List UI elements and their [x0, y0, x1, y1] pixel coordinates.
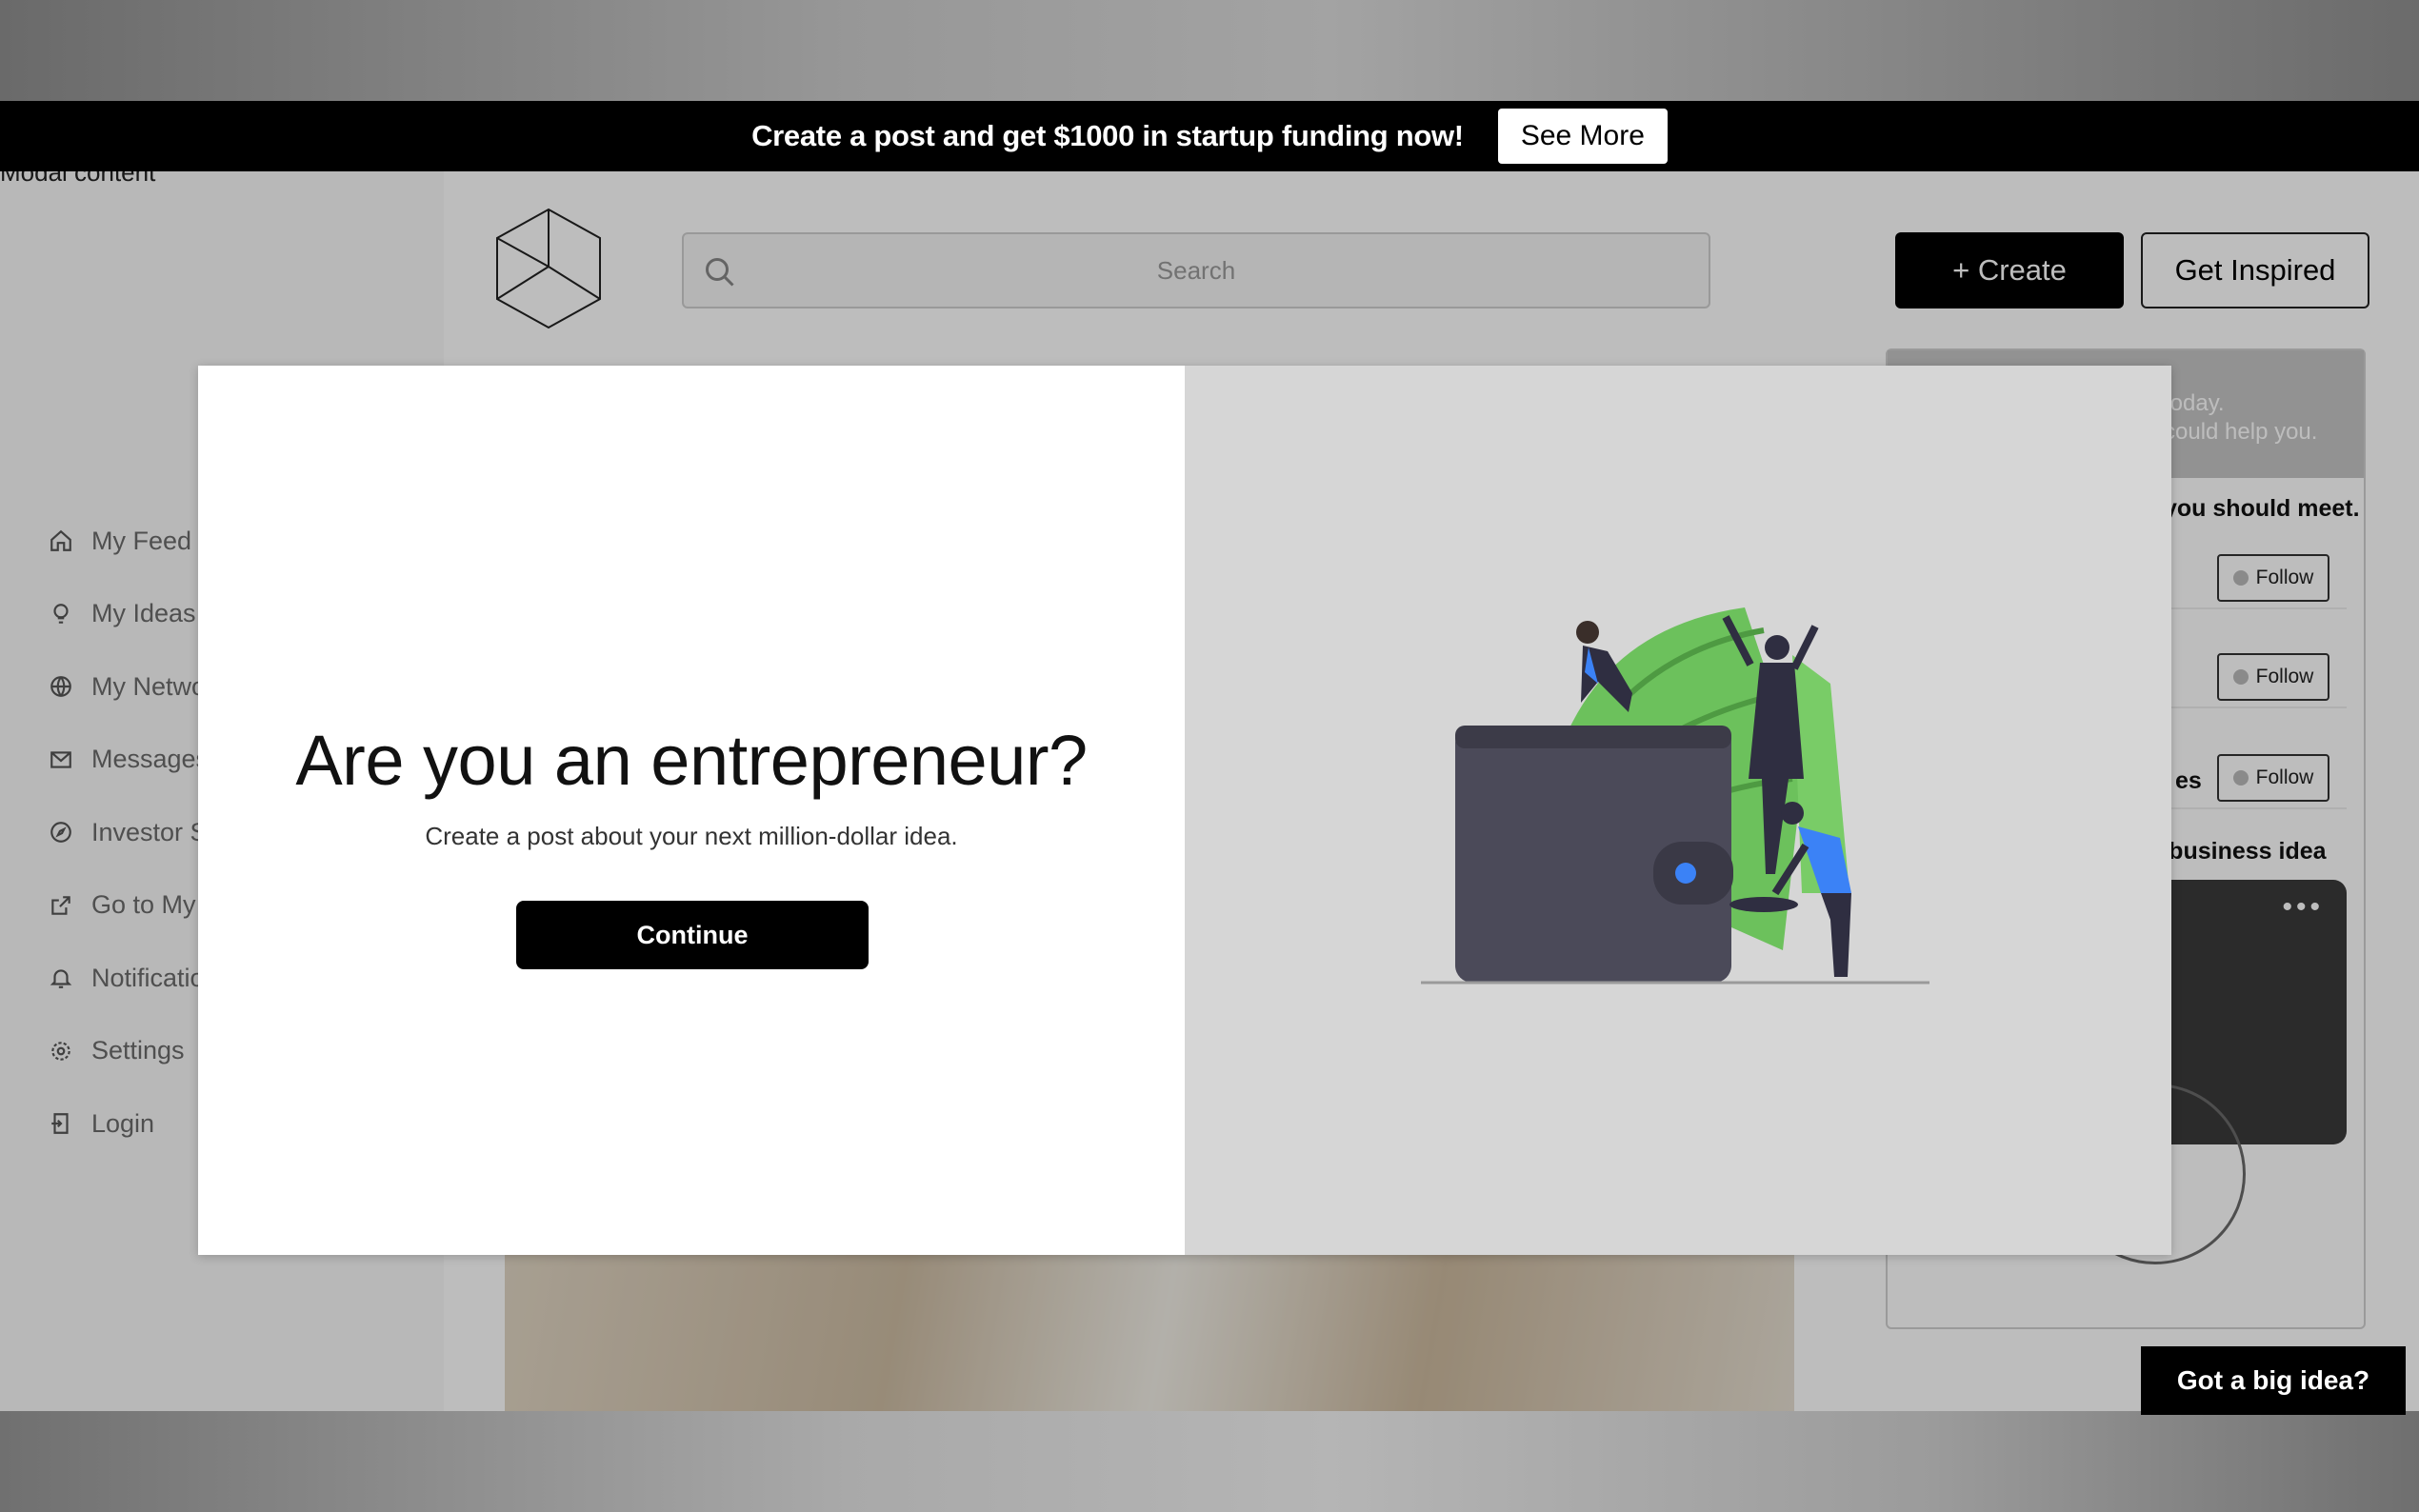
- modal-subtitle: Create a post about your next million-do…: [425, 822, 958, 850]
- follow-button[interactable]: Follow: [2217, 754, 2329, 802]
- follow-dot-icon: [2232, 770, 2249, 786]
- big-idea-button[interactable]: Got a big idea?: [2141, 1346, 2406, 1415]
- lightbulb-icon: [48, 601, 74, 627]
- modal-title: Are you an entrepreneur?: [295, 721, 1088, 800]
- promo-banner: Create a post and get $1000 in startup f…: [0, 101, 2419, 171]
- gear-icon: [48, 1038, 74, 1064]
- get-inspired-button[interactable]: Get Inspired: [2141, 232, 2369, 308]
- right-panel-line1: today.: [2164, 390, 2225, 416]
- sidebar-item-label: Messages: [91, 745, 210, 774]
- more-options-icon[interactable]: •••: [2282, 891, 2324, 924]
- sidebar-item-label: My Ideas: [91, 599, 196, 628]
- sidebar-item-label: Settings: [91, 1036, 185, 1065]
- modal-right-panel: [1185, 366, 2171, 1255]
- search-icon: [706, 258, 734, 287]
- search-input[interactable]: Search: [684, 256, 1709, 286]
- sidebar-item-messages[interactable]: Messages: [48, 724, 210, 797]
- sidebar-item-settings[interactable]: Settings: [48, 1015, 210, 1088]
- follow-dot-icon: [2232, 570, 2249, 586]
- entrepreneur-modal: Are you an entrepreneur? Create a post a…: [198, 366, 2171, 1255]
- sidebar-item-investor[interactable]: Investor S: [48, 796, 210, 869]
- logo-icon[interactable]: [491, 206, 606, 331]
- external-link-icon: [48, 892, 74, 919]
- sidebar-item-label: Notificatio: [91, 963, 205, 992]
- follow-label: Follow: [2255, 666, 2314, 687]
- frame-top: [0, 0, 2419, 101]
- wallet-money-illustration: [1421, 607, 1929, 985]
- modal-content-label: Modal content: [0, 171, 156, 187]
- sidebar-item-notifications[interactable]: Notificatio: [48, 942, 210, 1015]
- sidebar-item-label: My Netwo: [91, 671, 207, 701]
- follow-label: Follow: [2255, 766, 2314, 788]
- sidebar-item-login[interactable]: Login: [48, 1087, 210, 1161]
- login-icon: [48, 1110, 74, 1137]
- create-button[interactable]: + Create: [1895, 232, 2124, 308]
- compass-icon: [48, 819, 74, 846]
- continue-button[interactable]: Continue: [516, 901, 869, 969]
- sidebar-item-label: Investor S: [91, 817, 208, 846]
- home-icon: [48, 527, 74, 554]
- right-panel-line2: could help you.: [2164, 419, 2318, 445]
- envelope-icon: [48, 746, 74, 773]
- sidebar-item-my-ideas[interactable]: My Ideas: [48, 578, 210, 651]
- globe-icon: [48, 673, 74, 700]
- sidebar-item-label: My Feed: [91, 526, 192, 555]
- follow-button[interactable]: Follow: [2217, 554, 2329, 602]
- follow-label: Follow: [2255, 567, 2314, 588]
- post-image: [505, 1253, 1794, 1411]
- sidebar-item-my-network[interactable]: My Netwo: [48, 650, 210, 724]
- modal-left-panel: Are you an entrepreneur? Create a post a…: [198, 366, 1185, 1255]
- bell-icon: [48, 965, 74, 991]
- follow-dot-icon: [2232, 669, 2249, 685]
- sidebar-item-go-to-my[interactable]: Go to My I: [48, 869, 210, 943]
- search-bar[interactable]: Search: [682, 232, 1710, 308]
- sidebar-item-my-feed[interactable]: My Feed: [48, 505, 210, 578]
- follow-button[interactable]: Follow: [2217, 653, 2329, 701]
- sidebar-item-label: Login: [91, 1108, 155, 1138]
- frame-bottom: [0, 1411, 2419, 1512]
- promo-text: Create a post and get $1000 in startup f…: [751, 119, 1464, 152]
- see-more-button[interactable]: See More: [1497, 109, 1668, 164]
- sidebar-nav: My Feed My Ideas My Netwo Messages Inves…: [48, 505, 210, 1161]
- right-panel-meet-heading: you should meet.: [2164, 495, 2360, 522]
- sidebar-item-label: Go to My I: [91, 890, 210, 920]
